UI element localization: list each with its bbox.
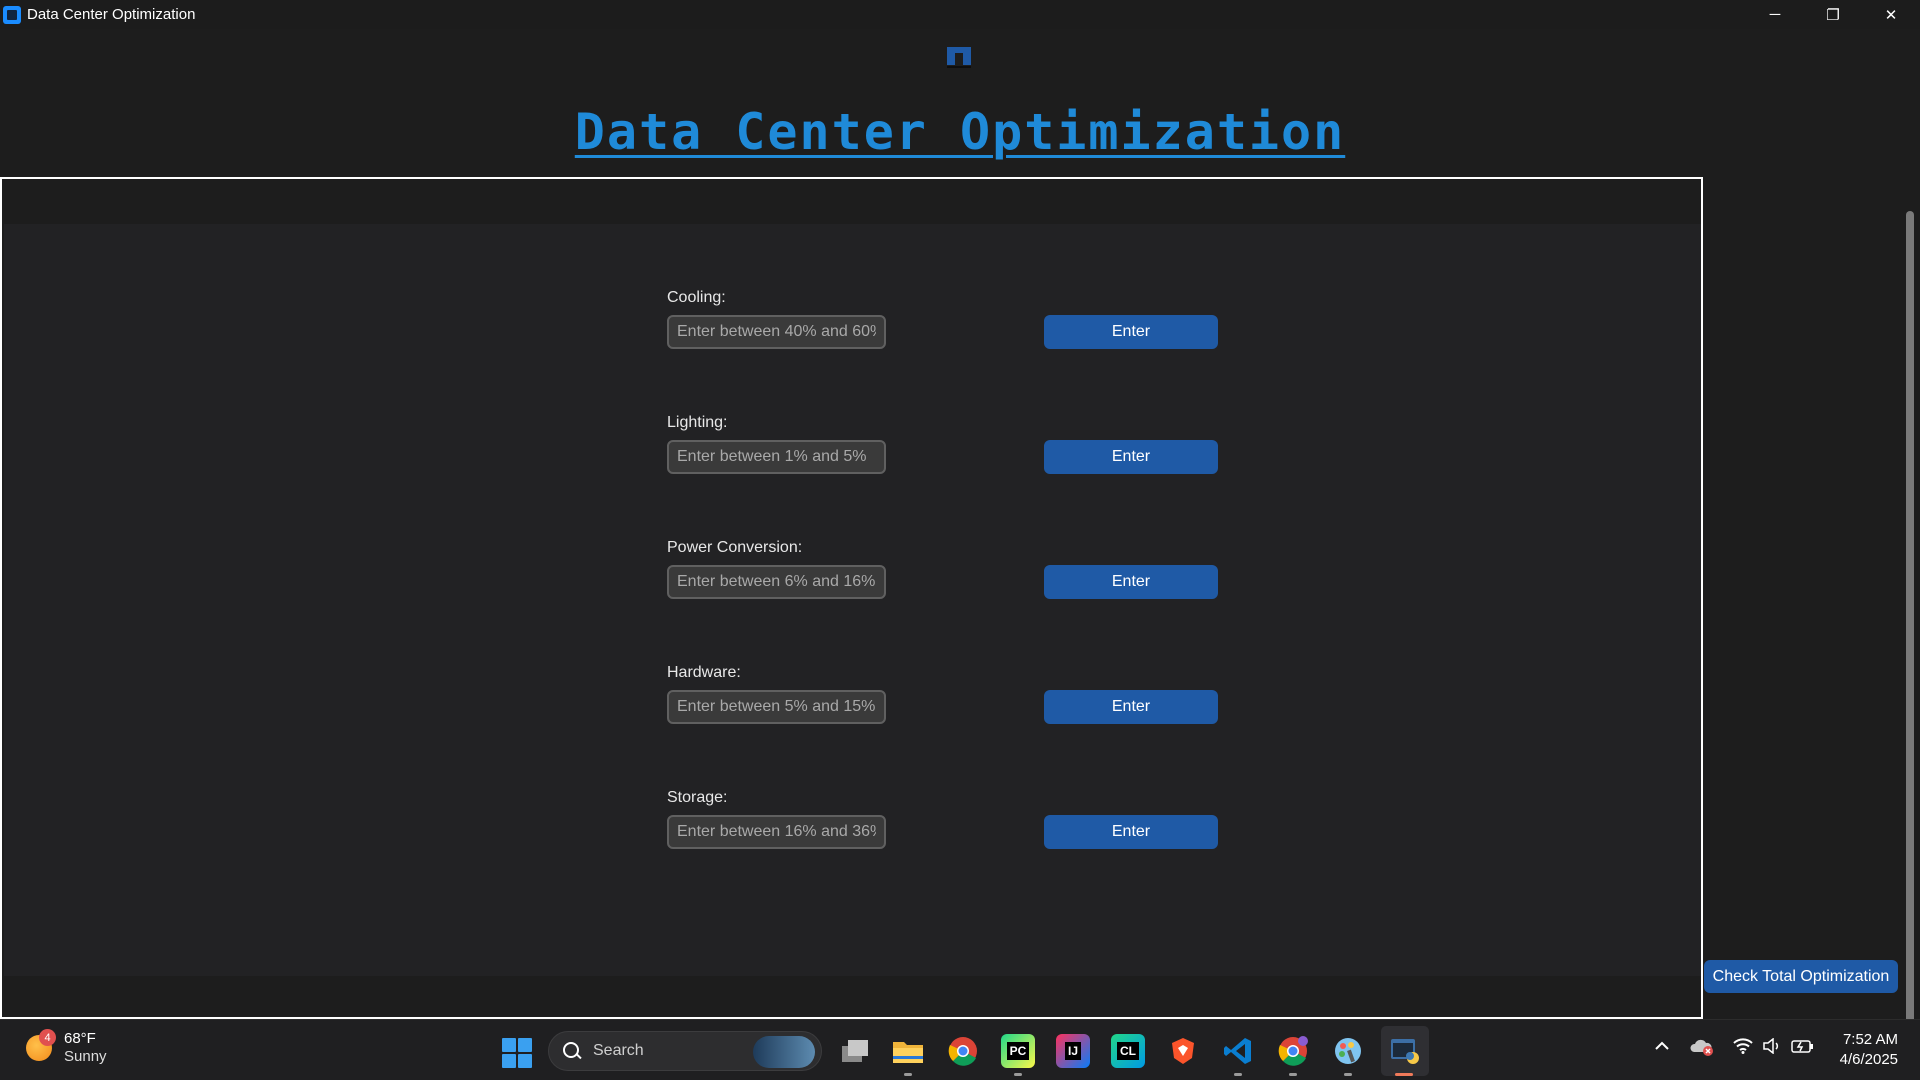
check-total-optimization-button[interactable]: Check Total Optimization <box>1704 960 1898 993</box>
storage-label: Storage: <box>667 789 728 806</box>
weather-temperature: 68°F <box>64 1030 96 1047</box>
title-bar: Data Center Optimization ─ ❐ ✕ <box>0 0 1920 29</box>
taskbar: 4 68°F Sunny Search PC IJ CL 7:52 AM 4/6… <box>0 1019 1920 1080</box>
running-indicator <box>904 1073 912 1076</box>
search-highlight-image <box>753 1036 815 1068</box>
start-button[interactable] <box>502 1038 532 1068</box>
active-app-indicator <box>1395 1073 1413 1076</box>
hardware-enter-button[interactable]: Enter <box>1044 690 1218 724</box>
running-indicator <box>1014 1073 1022 1076</box>
storage-enter-button[interactable]: Enter <box>1044 815 1218 849</box>
power-conversion-input[interactable] <box>667 565 886 599</box>
cooling-label: Cooling: <box>667 289 726 306</box>
app-window: Data Center Optimization Cooling: Enter … <box>0 29 1920 1047</box>
notification-badge: 4 <box>39 1029 56 1046</box>
taskbar-search[interactable]: Search <box>548 1031 822 1071</box>
file-explorer-icon[interactable] <box>891 1034 925 1068</box>
storage-input[interactable] <box>667 815 886 849</box>
page-title: Data Center Optimization <box>574 103 1346 161</box>
intellij-icon[interactable]: IJ <box>1056 1034 1090 1068</box>
chrome-icon[interactable] <box>946 1034 980 1068</box>
search-label: Search <box>593 1042 644 1059</box>
vscode-icon[interactable] <box>1221 1034 1255 1068</box>
weather-condition: Sunny <box>64 1048 107 1065</box>
speaker-icon[interactable] <box>1762 1037 1782 1059</box>
weather-widget[interactable]: 4 68°F Sunny <box>26 1029 107 1066</box>
chrome-profile-icon[interactable] <box>1276 1034 1310 1068</box>
scroll-panel: Cooling: Enter Lighting: Enter Power Con… <box>0 177 1703 1019</box>
running-indicator <box>1234 1073 1242 1076</box>
hardware-input[interactable] <box>667 690 886 724</box>
window-title: Data Center Optimization <box>27 6 196 23</box>
paint-icon[interactable] <box>1331 1034 1365 1068</box>
battery-icon[interactable] <box>1791 1038 1815 1059</box>
minimize-button[interactable]: ─ <box>1746 0 1804 29</box>
lighting-input[interactable] <box>667 440 886 474</box>
lighting-enter-button[interactable]: Enter <box>1044 440 1218 474</box>
cooling-input[interactable] <box>667 315 886 349</box>
window-controls: ─ ❐ ✕ <box>1746 0 1920 29</box>
running-indicator <box>1289 1073 1297 1076</box>
search-icon <box>563 1042 581 1060</box>
cooling-enter-button[interactable]: Enter <box>1044 315 1218 349</box>
clock-time: 7:52 AM <box>1842 1031 1898 1048</box>
system-clock[interactable]: 7:52 AM 4/6/2025 <box>1822 1030 1898 1070</box>
wifi-icon[interactable] <box>1733 1038 1753 1059</box>
clion-icon[interactable]: CL <box>1111 1034 1145 1068</box>
sun-icon: 4 <box>26 1029 56 1061</box>
task-view-icon[interactable] <box>838 1034 872 1068</box>
close-button[interactable]: ✕ <box>1862 0 1920 29</box>
power-conversion-enter-button[interactable]: Enter <box>1044 565 1218 599</box>
running-indicator <box>1344 1073 1352 1076</box>
clock-date: 4/6/2025 <box>1839 1051 1898 1068</box>
form-area: Cooling: Enter Lighting: Enter Power Con… <box>4 224 1701 976</box>
tray-overflow-chevron-icon[interactable] <box>1654 1038 1670 1059</box>
app-icon <box>3 5 21 24</box>
power-conversion-label: Power Conversion: <box>667 539 803 556</box>
logo-icon <box>947 47 971 68</box>
scrollbar-thumb[interactable] <box>1906 211 1914 1043</box>
maximize-button[interactable]: ❐ <box>1804 0 1862 29</box>
lighting-label: Lighting: <box>667 414 728 431</box>
pycharm-icon[interactable]: PC <box>1001 1034 1035 1068</box>
brave-icon[interactable] <box>1166 1034 1200 1068</box>
hardware-label: Hardware: <box>667 664 741 681</box>
python-app-icon[interactable] <box>1388 1034 1422 1068</box>
onedrive-error-icon[interactable] <box>1690 1038 1714 1061</box>
